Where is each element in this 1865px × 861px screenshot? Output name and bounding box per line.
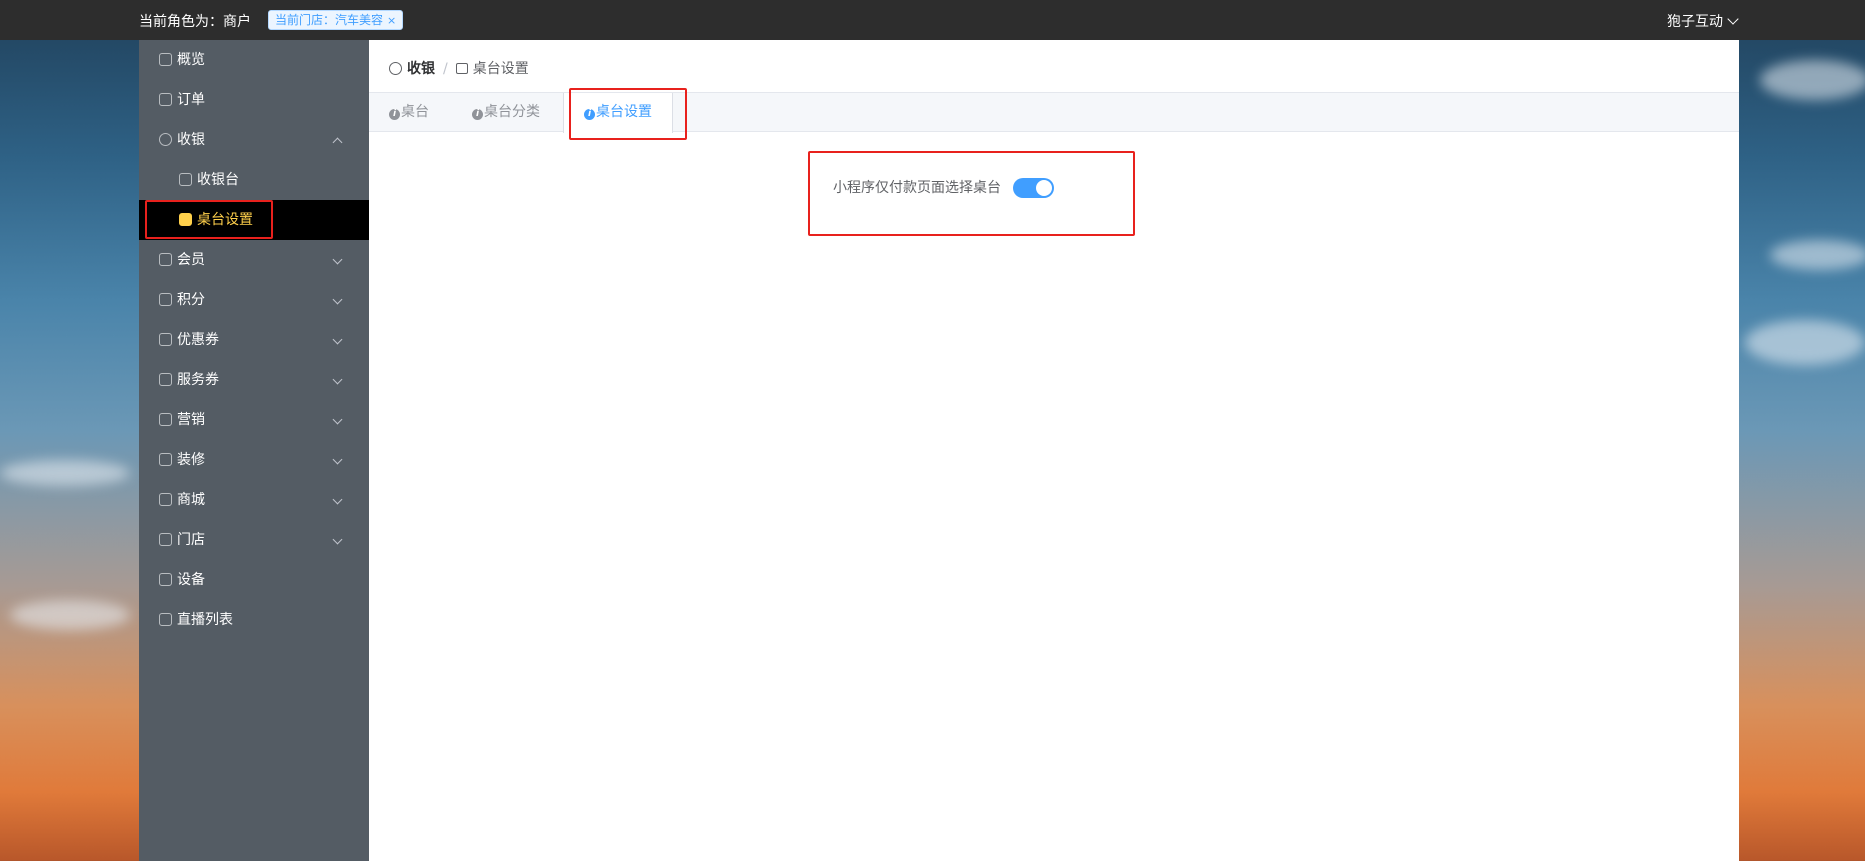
device-icon: [159, 573, 172, 586]
sidebar-item-label: 门店: [177, 532, 205, 548]
service-coupon-icon: [159, 373, 172, 386]
sidebar-item-live-list[interactable]: 直播列表: [139, 600, 369, 640]
cashier-icon: [389, 62, 402, 75]
cashier-icon: [159, 133, 172, 146]
sidebar-item-label: 设备: [177, 572, 205, 588]
sidebar-item-orders[interactable]: 订单: [139, 80, 369, 120]
info-icon: i: [472, 109, 483, 120]
sidebar-item-device[interactable]: 设备: [139, 560, 369, 600]
chevron-down-icon: [332, 294, 343, 305]
sidebar-item-mall[interactable]: 商城: [139, 480, 369, 520]
register-icon: [179, 173, 192, 186]
sidebar-item-marketing[interactable]: 营销: [139, 400, 369, 440]
breadcrumb-item-table-settings: 桌台设置: [472, 61, 529, 77]
current-role-text: 当前角色为：商户: [139, 14, 251, 30]
mall-icon: [159, 493, 172, 506]
sidebar-item-label: 积分: [177, 292, 205, 308]
chevron-up-icon: [332, 137, 343, 148]
sidebar-item-store[interactable]: 门店: [139, 520, 369, 560]
sidebar-item-label: 直播列表: [177, 612, 233, 628]
mini-program-table-toggle[interactable]: [1013, 178, 1054, 198]
sidebar-item-label: 收银台: [197, 172, 239, 188]
sidebar-item-cashier[interactable]: 收银: [139, 120, 369, 160]
sidebar-item-coupon[interactable]: 优惠券: [139, 320, 369, 360]
tab-label: 桌台分类: [484, 104, 540, 120]
tab-label: 桌台: [401, 104, 429, 120]
sidebar-item-decoration[interactable]: 装修: [139, 440, 369, 480]
highlight-box-sidebar: [145, 200, 273, 239]
breadcrumb-separator: /: [443, 61, 448, 77]
points-icon: [159, 293, 172, 306]
toggle-knob: [1036, 180, 1052, 196]
user-menu[interactable]: 狍子互动: [1667, 11, 1739, 31]
current-store-label: 当前门店：汽车美容: [275, 13, 384, 27]
top-bar: 当前角色为：商户 当前门店：汽车美容 × 狍子互动: [0, 0, 1865, 40]
chevron-down-icon: [332, 454, 343, 465]
chevron-down-icon: [332, 254, 343, 265]
sidebar-item-member[interactable]: 会员: [139, 240, 369, 280]
sidebar-item-label: 商城: [177, 492, 205, 508]
mini-program-table-setting-label: 小程序仅付款页面选择桌台: [833, 180, 1001, 196]
highlight-box-tab: [569, 88, 687, 140]
chevron-down-icon: [332, 334, 343, 345]
tab-table[interactable]: i 桌台: [389, 93, 429, 132]
marketing-icon: [159, 413, 172, 426]
sidebar-item-service-coupon[interactable]: 服务券: [139, 360, 369, 400]
sidebar-item-label: 会员: [177, 252, 205, 268]
member-icon: [159, 253, 172, 266]
close-icon[interactable]: ×: [387, 14, 396, 27]
tab-table-category[interactable]: i 桌台分类: [472, 93, 540, 132]
sidebar-item-overview[interactable]: 概览: [139, 40, 369, 80]
live-list-icon: [159, 613, 172, 626]
chevron-down-icon: [1727, 13, 1739, 25]
sidebar-item-label: 概览: [177, 52, 205, 68]
breadcrumb: 收银 / 桌台设置: [389, 58, 529, 78]
sidebar-item-label: 收银: [177, 132, 205, 148]
sidebar-item-label: 订单: [177, 92, 205, 108]
sidebar-item-label: 装修: [177, 452, 205, 468]
chevron-down-icon: [332, 374, 343, 385]
current-store-tag[interactable]: 当前门店：汽车美容 ×: [268, 10, 404, 30]
chevron-down-icon: [332, 414, 343, 425]
sidebar-item-register[interactable]: 收银台: [139, 160, 369, 200]
coupon-icon: [159, 333, 172, 346]
breadcrumb-item-cashier[interactable]: 收银: [407, 61, 435, 77]
decoration-icon: [159, 453, 172, 466]
sidebar: 概览 订单 收银 收银台 桌台设置 会员 积分 优惠券 服务券 营销 装修 商城…: [139, 40, 369, 861]
sidebar-item-label: 营销: [177, 412, 205, 428]
table-icon: [455, 63, 468, 74]
sidebar-item-label: 优惠券: [177, 332, 219, 348]
order-icon: [159, 93, 172, 106]
user-name: 狍子互动: [1667, 14, 1723, 30]
sidebar-item-label: 服务券: [177, 372, 219, 388]
chevron-down-icon: [332, 494, 343, 505]
sidebar-item-points[interactable]: 积分: [139, 280, 369, 320]
store-icon: [159, 533, 172, 546]
home-icon: [159, 53, 172, 66]
info-icon: i: [389, 109, 400, 120]
chevron-down-icon: [332, 534, 343, 545]
